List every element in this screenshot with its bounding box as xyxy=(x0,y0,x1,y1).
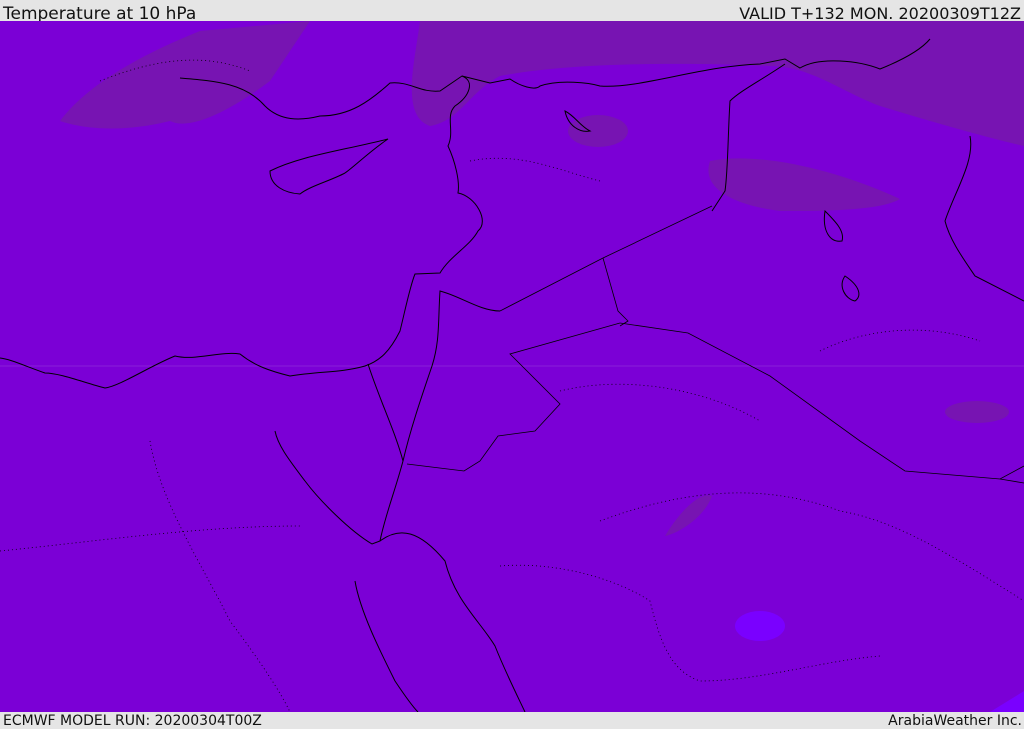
header-bar: Temperature at 10 hPa VALID T+132 MON. 2… xyxy=(0,0,1024,24)
footer-bar: ECMWF MODEL RUN: 20200304T00Z ArabiaWeat… xyxy=(0,712,1024,729)
temperature-map xyxy=(0,21,1024,712)
model-run: ECMWF MODEL RUN: 20200304T00Z xyxy=(3,713,262,729)
credit: ArabiaWeather Inc. xyxy=(888,713,1022,729)
